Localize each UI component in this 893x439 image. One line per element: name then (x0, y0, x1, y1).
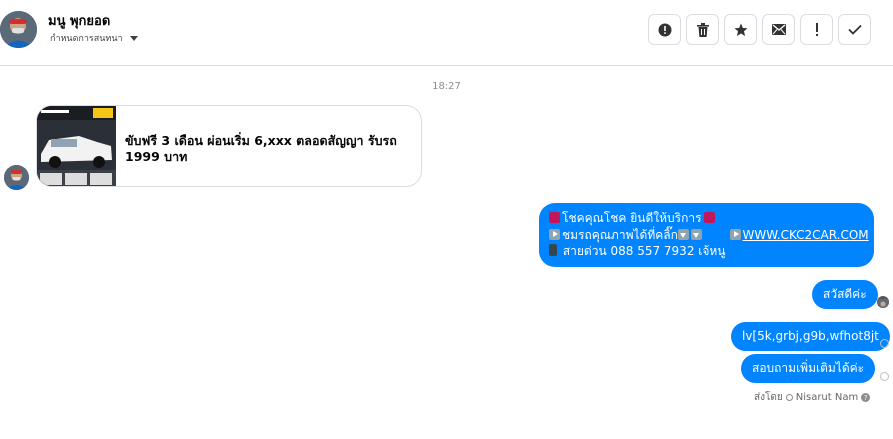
contact-avatar-small[interactable] (4, 165, 29, 190)
promo-line-2: ชมรถคุณภาพได้ที่คลิ๊ก WWW.CKC2CAR.COM (549, 227, 869, 244)
help-icon[interactable]: ? (861, 393, 871, 402)
promo-line-1: โชคคุณโชค ยินดีให้บริการ (549, 210, 864, 227)
sent-by-note: ส่งโดย Nisarut Nam ? (754, 390, 871, 405)
alert-button[interactable] (648, 14, 681, 45)
check-icon (847, 24, 862, 35)
star-icon (734, 23, 747, 36)
contact-avatar[interactable] (0, 11, 37, 48)
link-preview-card[interactable]: ขับฟรี 3 เดือน ผ่อนเริ่ม 6,xxx ตลอดสัญญา… (36, 105, 422, 187)
trash-icon (696, 22, 709, 37)
sent-by-name: Nisarut Nam (795, 392, 859, 403)
sent-by-label: ส่งโดย (754, 392, 783, 403)
delete-button[interactable] (686, 14, 719, 45)
seen-avatar (877, 296, 889, 308)
down-arrow-emoji-icon (677, 228, 689, 240)
caret-down-icon (129, 35, 138, 41)
outgoing-message[interactable]: lv[5k,grbj,g9b,wfhot8jt (731, 322, 890, 351)
mail-button[interactable] (762, 14, 795, 45)
alert-icon (658, 23, 671, 36)
sent-by-icon (785, 394, 793, 401)
assign-conversation-label: กำหนดการสนทนา (50, 34, 123, 44)
mailbox-emoji-icon (549, 212, 560, 223)
down-arrow-emoji-icon (690, 228, 702, 240)
message-timestamp: 18:27 (432, 81, 461, 92)
outgoing-message[interactable]: สวัสดีค่ะ (812, 280, 878, 309)
website-link[interactable]: WWW.CKC2CAR.COM (743, 228, 869, 242)
promo-line-3: สายด่วน 088 557 7932 เจ้หนู (549, 243, 864, 260)
sent-status-icon (880, 339, 889, 348)
contact-name[interactable]: มนู พุกยอด (48, 10, 110, 31)
play-emoji-icon (729, 228, 741, 240)
mailbox-emoji-icon (703, 212, 715, 223)
outgoing-message[interactable]: สอบถามเพิ่มเติมได้ค่ะ (741, 354, 876, 383)
link-preview-thumbnail (37, 106, 116, 186)
conversation-header: มนู พุกยอด กำหนดการสนทนา (0, 0, 893, 66)
exclamation-icon (815, 22, 818, 36)
phone-emoji-icon (549, 244, 557, 256)
mark-spam-button[interactable] (800, 14, 833, 45)
sent-status-icon (880, 372, 889, 381)
mark-done-button[interactable] (838, 14, 871, 45)
outgoing-message-promo[interactable]: โชคคุณโชค ยินดีให้บริการ ชมรถคุณภาพได้ที… (539, 203, 874, 267)
link-preview-text: ขับฟรี 3 เดือน ผ่อนเริ่ม 6,xxx ตลอดสัญญา… (125, 133, 397, 164)
assign-conversation-dropdown[interactable]: กำหนดการสนทนา (50, 31, 138, 45)
play-emoji-icon (549, 228, 560, 240)
mail-icon (771, 24, 786, 35)
star-button[interactable] (724, 14, 757, 45)
